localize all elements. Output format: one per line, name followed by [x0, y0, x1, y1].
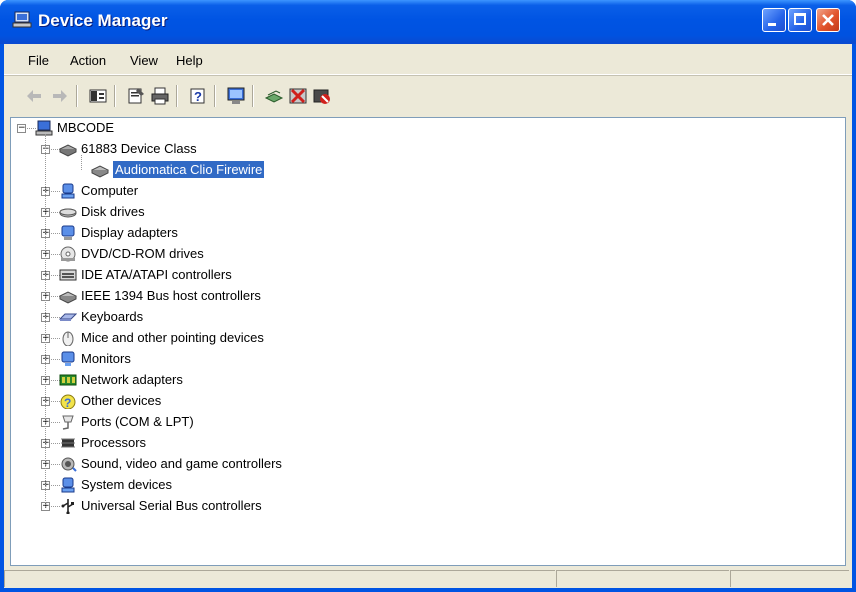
tree-node[interactable]: +Computer: [11, 181, 831, 201]
tree-node[interactable]: +?Other devices: [11, 391, 831, 411]
tree-node[interactable]: +Disk drives: [11, 202, 831, 222]
display-adapter-icon: [61, 225, 75, 240]
collapse-toggle[interactable]: −: [17, 124, 26, 133]
status-panel-2: [556, 570, 729, 587]
tree-node-label: Computer: [81, 183, 139, 198]
tree-node-label: Network adapters: [81, 372, 183, 387]
tree-node-label: IEEE 1394 Bus host controllers: [81, 288, 261, 303]
minimize-button[interactable]: [762, 8, 786, 32]
mouse-icon: [62, 331, 74, 346]
tree-node-label: 61883 Device Class: [81, 141, 197, 156]
window-title: Device Manager: [38, 11, 168, 30]
tree-node-label: Ports (COM & LPT): [81, 414, 194, 429]
tree-node-label: Display adapters: [81, 225, 178, 240]
disk-drive-icon: [59, 208, 77, 218]
tree-node[interactable]: +IDE ATA/ATAPI controllers: [11, 265, 831, 285]
ide-controller-icon: [59, 269, 77, 281]
tree-node-label: Keyboards: [81, 309, 144, 324]
tree-node-label: Other devices: [81, 393, 162, 408]
computer-icon: [61, 183, 75, 199]
toolbar-separator: [114, 85, 116, 107]
tree-node-label: Disk drives: [81, 204, 145, 219]
maximize-icon: [794, 13, 806, 25]
menu-help[interactable]: Help: [176, 53, 203, 68]
tree-node-label: System devices: [81, 477, 173, 492]
tree-node-label: Mice and other pointing devices: [81, 330, 264, 345]
svg-text:?: ?: [64, 396, 71, 409]
print-icon[interactable]: [150, 86, 170, 106]
network-adapter-icon: [59, 374, 77, 386]
toolbar-separator: [214, 85, 216, 107]
status-panel-3: [730, 570, 849, 587]
maximize-button[interactable]: [788, 8, 812, 32]
tree-node[interactable]: +IEEE 1394 Bus host controllers: [11, 286, 831, 306]
tree-node[interactable]: +Network adapters: [11, 370, 831, 390]
uninstall-icon[interactable]: [288, 86, 308, 106]
tree-node-label: Sound, video and game controllers: [81, 456, 282, 471]
firewire-device-icon: [91, 165, 109, 178]
scan-hardware-changes-icon[interactable]: [226, 86, 246, 106]
toolbar: ?: [4, 75, 852, 116]
tree-node[interactable]: +DVD/CD-ROM drives: [11, 244, 831, 264]
device-manager-icon: [12, 11, 32, 28]
svg-text:?: ?: [194, 89, 202, 104]
show-hide-console-tree-icon[interactable]: [88, 86, 108, 106]
tree-node[interactable]: +Ports (COM & LPT): [11, 412, 831, 432]
tree-node[interactable]: −61883 Device Class: [11, 139, 831, 159]
tree-node-label: IDE ATA/ATAPI controllers: [81, 267, 232, 282]
monitor-icon: [61, 351, 75, 366]
disable-device-icon[interactable]: [312, 86, 332, 106]
device-class-icon: [59, 144, 77, 157]
title-bar[interactable]: Device Manager: [0, 0, 856, 44]
tree-node[interactable]: Audiomatica Clio Firewire: [11, 160, 831, 180]
status-bar: [4, 568, 852, 588]
tree-node-label: Processors: [81, 435, 147, 450]
tree-node-label: MBCODE: [57, 120, 115, 135]
tree-node[interactable]: +System devices: [11, 475, 831, 495]
firewire-controller-icon: [59, 291, 77, 304]
cdrom-icon: [60, 246, 76, 262]
tree-node[interactable]: +Keyboards: [11, 307, 831, 327]
client-area: File Action View Help ? − MBCODE 61883 D…: [4, 44, 852, 588]
tree-node[interactable]: +Processors: [11, 433, 831, 453]
tree-node[interactable]: +Monitors: [11, 349, 831, 369]
toolbar-separator: [176, 85, 178, 107]
tree-node[interactable]: +Display adapters: [11, 223, 831, 243]
sound-icon: [61, 457, 77, 472]
tree-connector: [45, 134, 46, 508]
tree-node[interactable]: +Sound, video and game controllers: [11, 454, 831, 474]
processor-icon: [61, 438, 75, 448]
tree-node[interactable]: +Universal Serial Bus controllers: [11, 496, 831, 516]
tree-node-label: Universal Serial Bus controllers: [81, 498, 262, 513]
properties-icon[interactable]: [126, 86, 146, 106]
usb-icon: [61, 499, 74, 514]
back-arrow-icon[interactable]: [24, 86, 44, 106]
tree-node-label: DVD/CD-ROM drives: [81, 246, 204, 261]
tree-node-label: Monitors: [81, 351, 131, 366]
device-manager-window: Device Manager File Action View Help ? −…: [0, 0, 856, 592]
tree-root[interactable]: − MBCODE: [11, 118, 831, 138]
update-driver-icon[interactable]: [264, 86, 284, 106]
unknown-device-icon: ?: [60, 394, 76, 409]
port-icon: [62, 415, 74, 430]
system-device-icon: [61, 477, 75, 493]
menu-action[interactable]: Action: [70, 53, 106, 68]
keyboard-icon: [59, 313, 77, 321]
menu-bar: File Action View Help: [4, 44, 852, 75]
forward-arrow-icon[interactable]: [50, 86, 70, 106]
tree-node-label: Audiomatica Clio Firewire: [113, 161, 265, 178]
minimize-icon: [768, 23, 776, 26]
toolbar-separator: [252, 85, 254, 107]
computer-root-icon: [35, 120, 53, 136]
toolbar-separator: [76, 85, 78, 107]
status-panel-main: [4, 570, 555, 587]
menu-view[interactable]: View: [130, 53, 158, 68]
tree-node[interactable]: +Mice and other pointing devices: [11, 328, 831, 348]
device-tree[interactable]: − MBCODE −61883 Device Class Audiomatica Cl…: [10, 117, 846, 566]
menu-file[interactable]: File: [28, 53, 49, 68]
close-icon: [822, 14, 834, 26]
help-icon[interactable]: ?: [188, 86, 208, 106]
close-button[interactable]: [816, 8, 840, 32]
tree-connector: [81, 155, 82, 170]
